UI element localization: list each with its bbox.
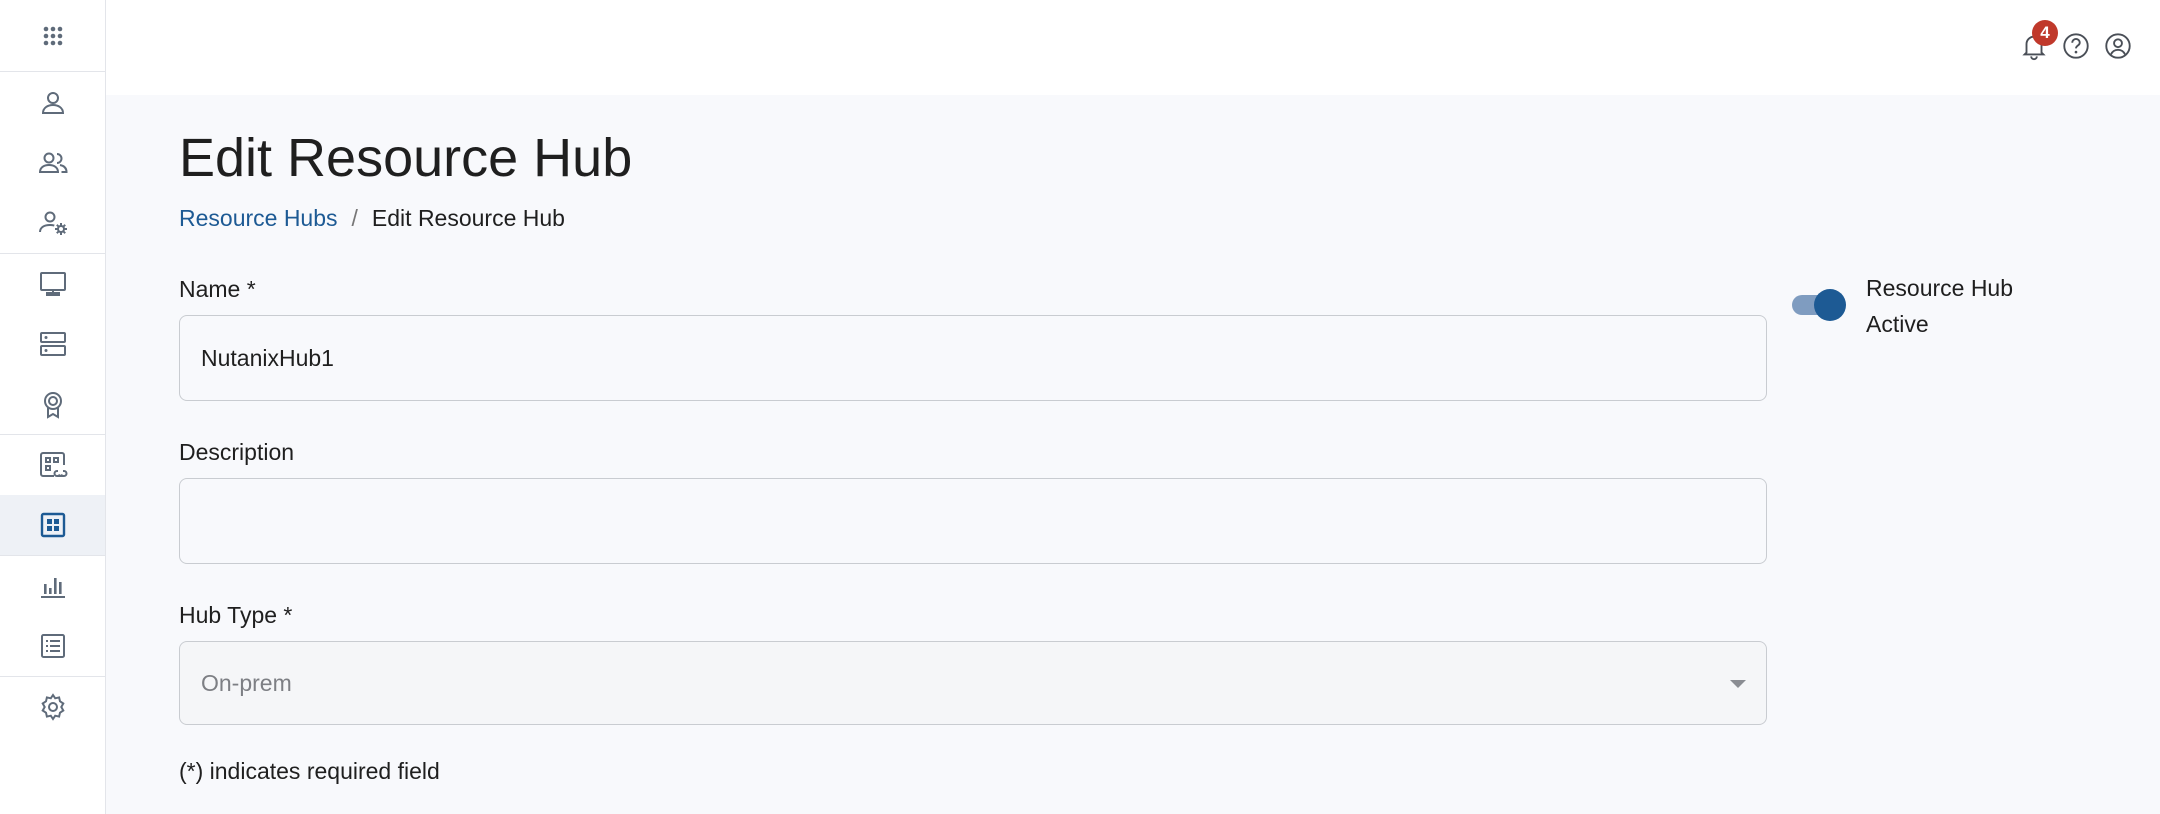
user-icon <box>41 92 64 114</box>
resource-hub-active-label: Resource Hub Active <box>1866 275 2014 337</box>
sidebar <box>0 0 106 814</box>
hub-type-label: Hub Type * <box>179 602 293 628</box>
monitor-icon <box>39 272 66 296</box>
user-settings-icon <box>38 211 67 235</box>
chevron-down-icon <box>1730 680 1746 688</box>
main-content: Edit Resource Hub Resource Hubs / Edit R… <box>179 95 2079 785</box>
sidebar-item-servers[interactable] <box>0 314 105 374</box>
description-label: Description <box>179 439 295 465</box>
help-button[interactable] <box>2060 30 2092 62</box>
breadcrumb: Resource Hubs / Edit Resource Hub <box>179 205 2079 232</box>
sidebar-item-linked-apps[interactable] <box>0 435 105 495</box>
resource-hub-icon <box>40 512 65 538</box>
sidebar-item-reports[interactable] <box>0 556 105 616</box>
sidebar-item-resource-hubs[interactable] <box>0 495 105 555</box>
resource-hub-active-toggle[interactable] <box>1790 288 1846 322</box>
page-title: Edit Resource Hub <box>179 128 633 188</box>
description-input[interactable] <box>179 478 1767 564</box>
toggle-knob <box>1814 289 1846 321</box>
sidebar-item-user-settings[interactable] <box>0 193 105 253</box>
name-input[interactable]: NutanixHub1 <box>179 315 1767 401</box>
apps-menu-button[interactable] <box>0 6 105 66</box>
sidebar-item-users[interactable] <box>0 73 105 133</box>
breadcrumb-separator: / <box>351 205 358 231</box>
list-icon <box>40 634 65 658</box>
sidebar-item-desktops[interactable] <box>0 254 105 314</box>
apps-grid-icon <box>43 26 62 46</box>
notifications-button[interactable]: 4 <box>2018 20 2058 62</box>
bar-chart-icon <box>40 578 65 598</box>
certificate-icon <box>43 392 62 419</box>
hub-type-select[interactable]: On-prem <box>179 641 1767 725</box>
gear-icon <box>40 693 65 721</box>
breadcrumb-resource-hubs-link[interactable]: Resource Hubs <box>179 205 338 232</box>
account-button[interactable] <box>2102 30 2134 62</box>
hub-type-value: On-prem <box>201 669 292 696</box>
sidebar-item-settings[interactable] <box>0 677 105 737</box>
account-circle-icon <box>2105 33 2131 59</box>
notification-count-badge: 4 <box>2032 20 2058 46</box>
help-icon <box>2063 33 2089 59</box>
sidebar-item-certificates[interactable] <box>0 374 105 434</box>
sidebar-item-groups[interactable] <box>0 133 105 193</box>
sidebar-item-logs[interactable] <box>0 616 105 676</box>
top-bar: 4 <box>106 0 2160 95</box>
users-icon <box>38 152 68 173</box>
breadcrumb-current: Edit Resource Hub <box>371 205 565 231</box>
resource-hub-active-toggle-group: Resource Hub Active <box>1790 270 2046 342</box>
required-field-note: (*) indicates required field <box>179 758 440 784</box>
server-icon <box>39 332 66 356</box>
linked-apps-icon <box>39 452 67 478</box>
